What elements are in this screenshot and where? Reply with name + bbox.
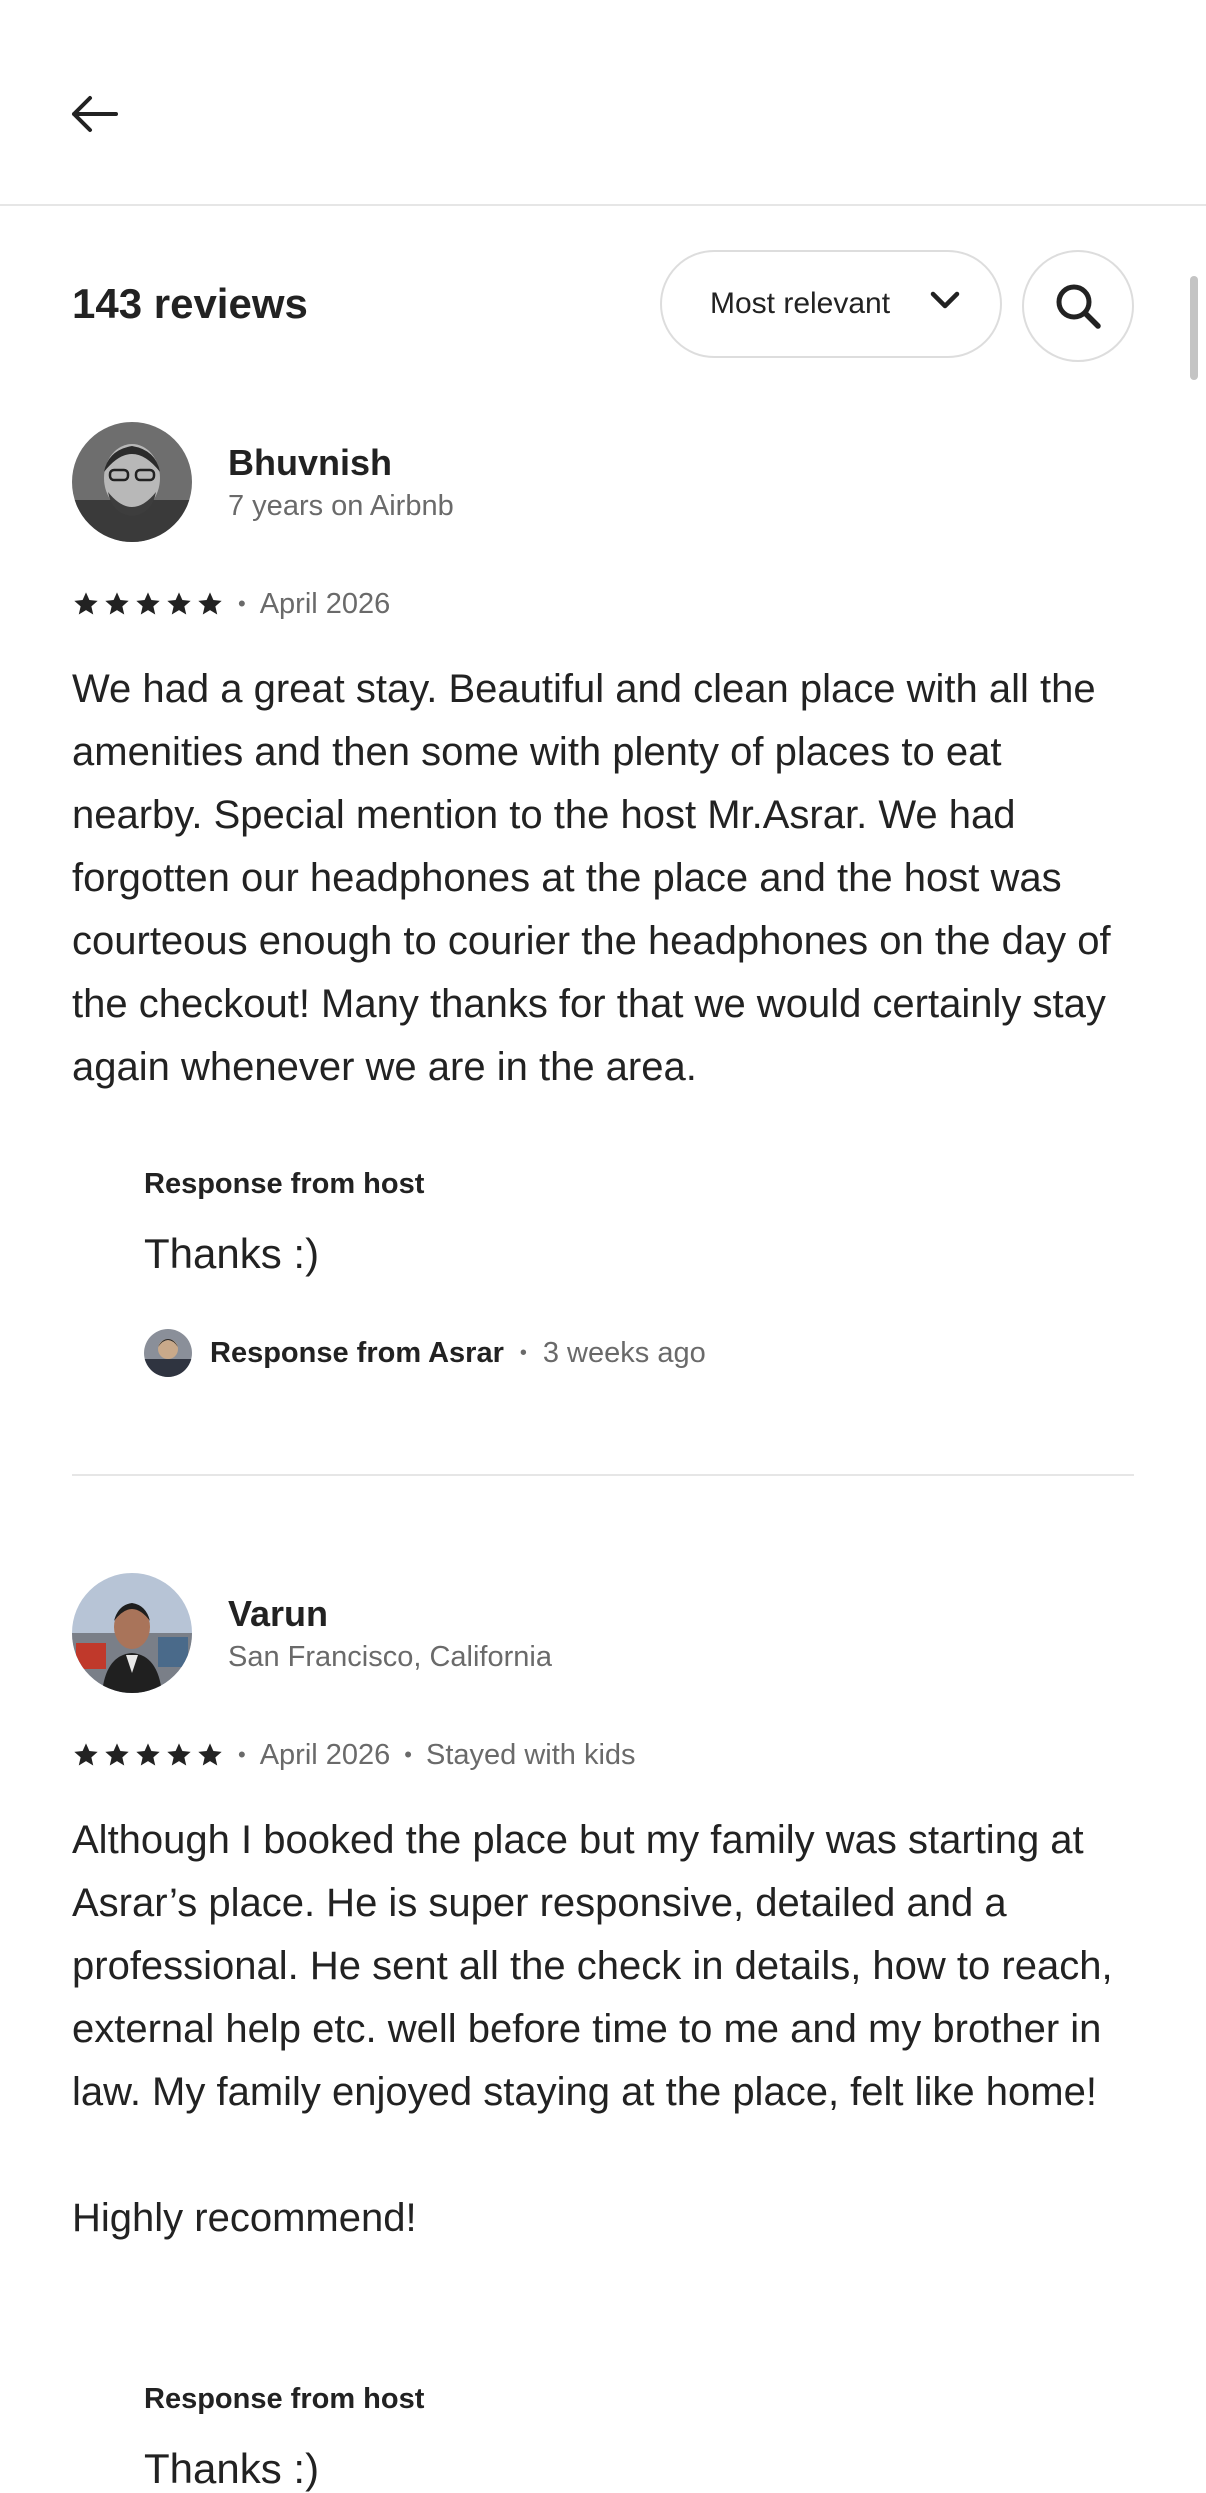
- reviewer-subtitle: 7 years on Airbnb: [228, 490, 454, 522]
- back-button[interactable]: [64, 84, 124, 144]
- review-date: April 2026: [259, 587, 391, 620]
- trip-type: Stayed with kids: [426, 1738, 636, 1771]
- star-rating: [72, 1741, 224, 1769]
- separator-dot: •: [519, 1341, 527, 1364]
- separator-dot: •: [238, 1742, 246, 1767]
- star-icon: [136, 1743, 160, 1766]
- responder-name: Response from Asrar: [210, 1336, 504, 1369]
- star-icon: [198, 592, 222, 615]
- reviewer-avatar[interactable]: [72, 422, 192, 542]
- star-icon: [136, 592, 160, 615]
- host-response-text: Thanks :): [144, 2445, 320, 2492]
- review-meta: • April 2026: [72, 584, 390, 624]
- arrow-left-icon: [72, 96, 118, 132]
- review-count: 143 reviews: [72, 280, 308, 327]
- review-card: Bhuvnish 7 years on Airbnb • April 2026 …: [72, 422, 1134, 1422]
- scrollbar-thumb[interactable]: [1190, 276, 1198, 380]
- review-date: April 2026: [259, 1738, 391, 1771]
- review-meta: • April 2026 • Stayed with kids: [72, 1735, 636, 1775]
- host-response-footer: Response from Asrar • 3 weeks ago: [144, 1328, 706, 1378]
- reviewer-name: Bhuvnish: [228, 442, 393, 483]
- sort-dropdown[interactable]: Most relevant: [660, 250, 1002, 358]
- reviewer-subtitle: San Francisco, California: [228, 1641, 552, 1673]
- reviewer-avatar[interactable]: [72, 1573, 192, 1693]
- separator-dot: •: [238, 591, 246, 616]
- star-icon: [105, 1743, 129, 1766]
- separator-dot: •: [404, 1742, 412, 1767]
- reviewer-name: Varun: [228, 1593, 329, 1634]
- search-icon: [1056, 284, 1101, 329]
- host-response-text: Thanks :): [144, 1230, 320, 1277]
- review-divider: [72, 1474, 1134, 1476]
- search-button[interactable]: [1022, 250, 1134, 362]
- review-text: We had a great stay. Beautiful and clean…: [72, 667, 1111, 1089]
- host-avatar[interactable]: [144, 1329, 192, 1377]
- star-icon: [167, 1743, 191, 1766]
- review-card: Varun San Francisco, California • April …: [72, 1573, 1134, 2492]
- star-icon: [105, 592, 129, 615]
- chevron-down-icon: [930, 291, 960, 309]
- host-response-label: Response from host: [144, 2383, 425, 2415]
- star-icon: [74, 1743, 98, 1766]
- top-bar: [0, 0, 1206, 206]
- host-response-label: Response from host: [144, 1168, 425, 1200]
- response-time: 3 weeks ago: [542, 1336, 706, 1369]
- star-rating: [72, 590, 224, 618]
- review-text: Although I booked the place but my famil…: [72, 1818, 1113, 2240]
- sort-label: Most relevant: [710, 287, 891, 320]
- star-icon: [74, 592, 98, 615]
- star-icon: [198, 1743, 222, 1766]
- star-icon: [167, 592, 191, 615]
- reviews-header: 143 reviews Most relevant: [72, 250, 1134, 362]
